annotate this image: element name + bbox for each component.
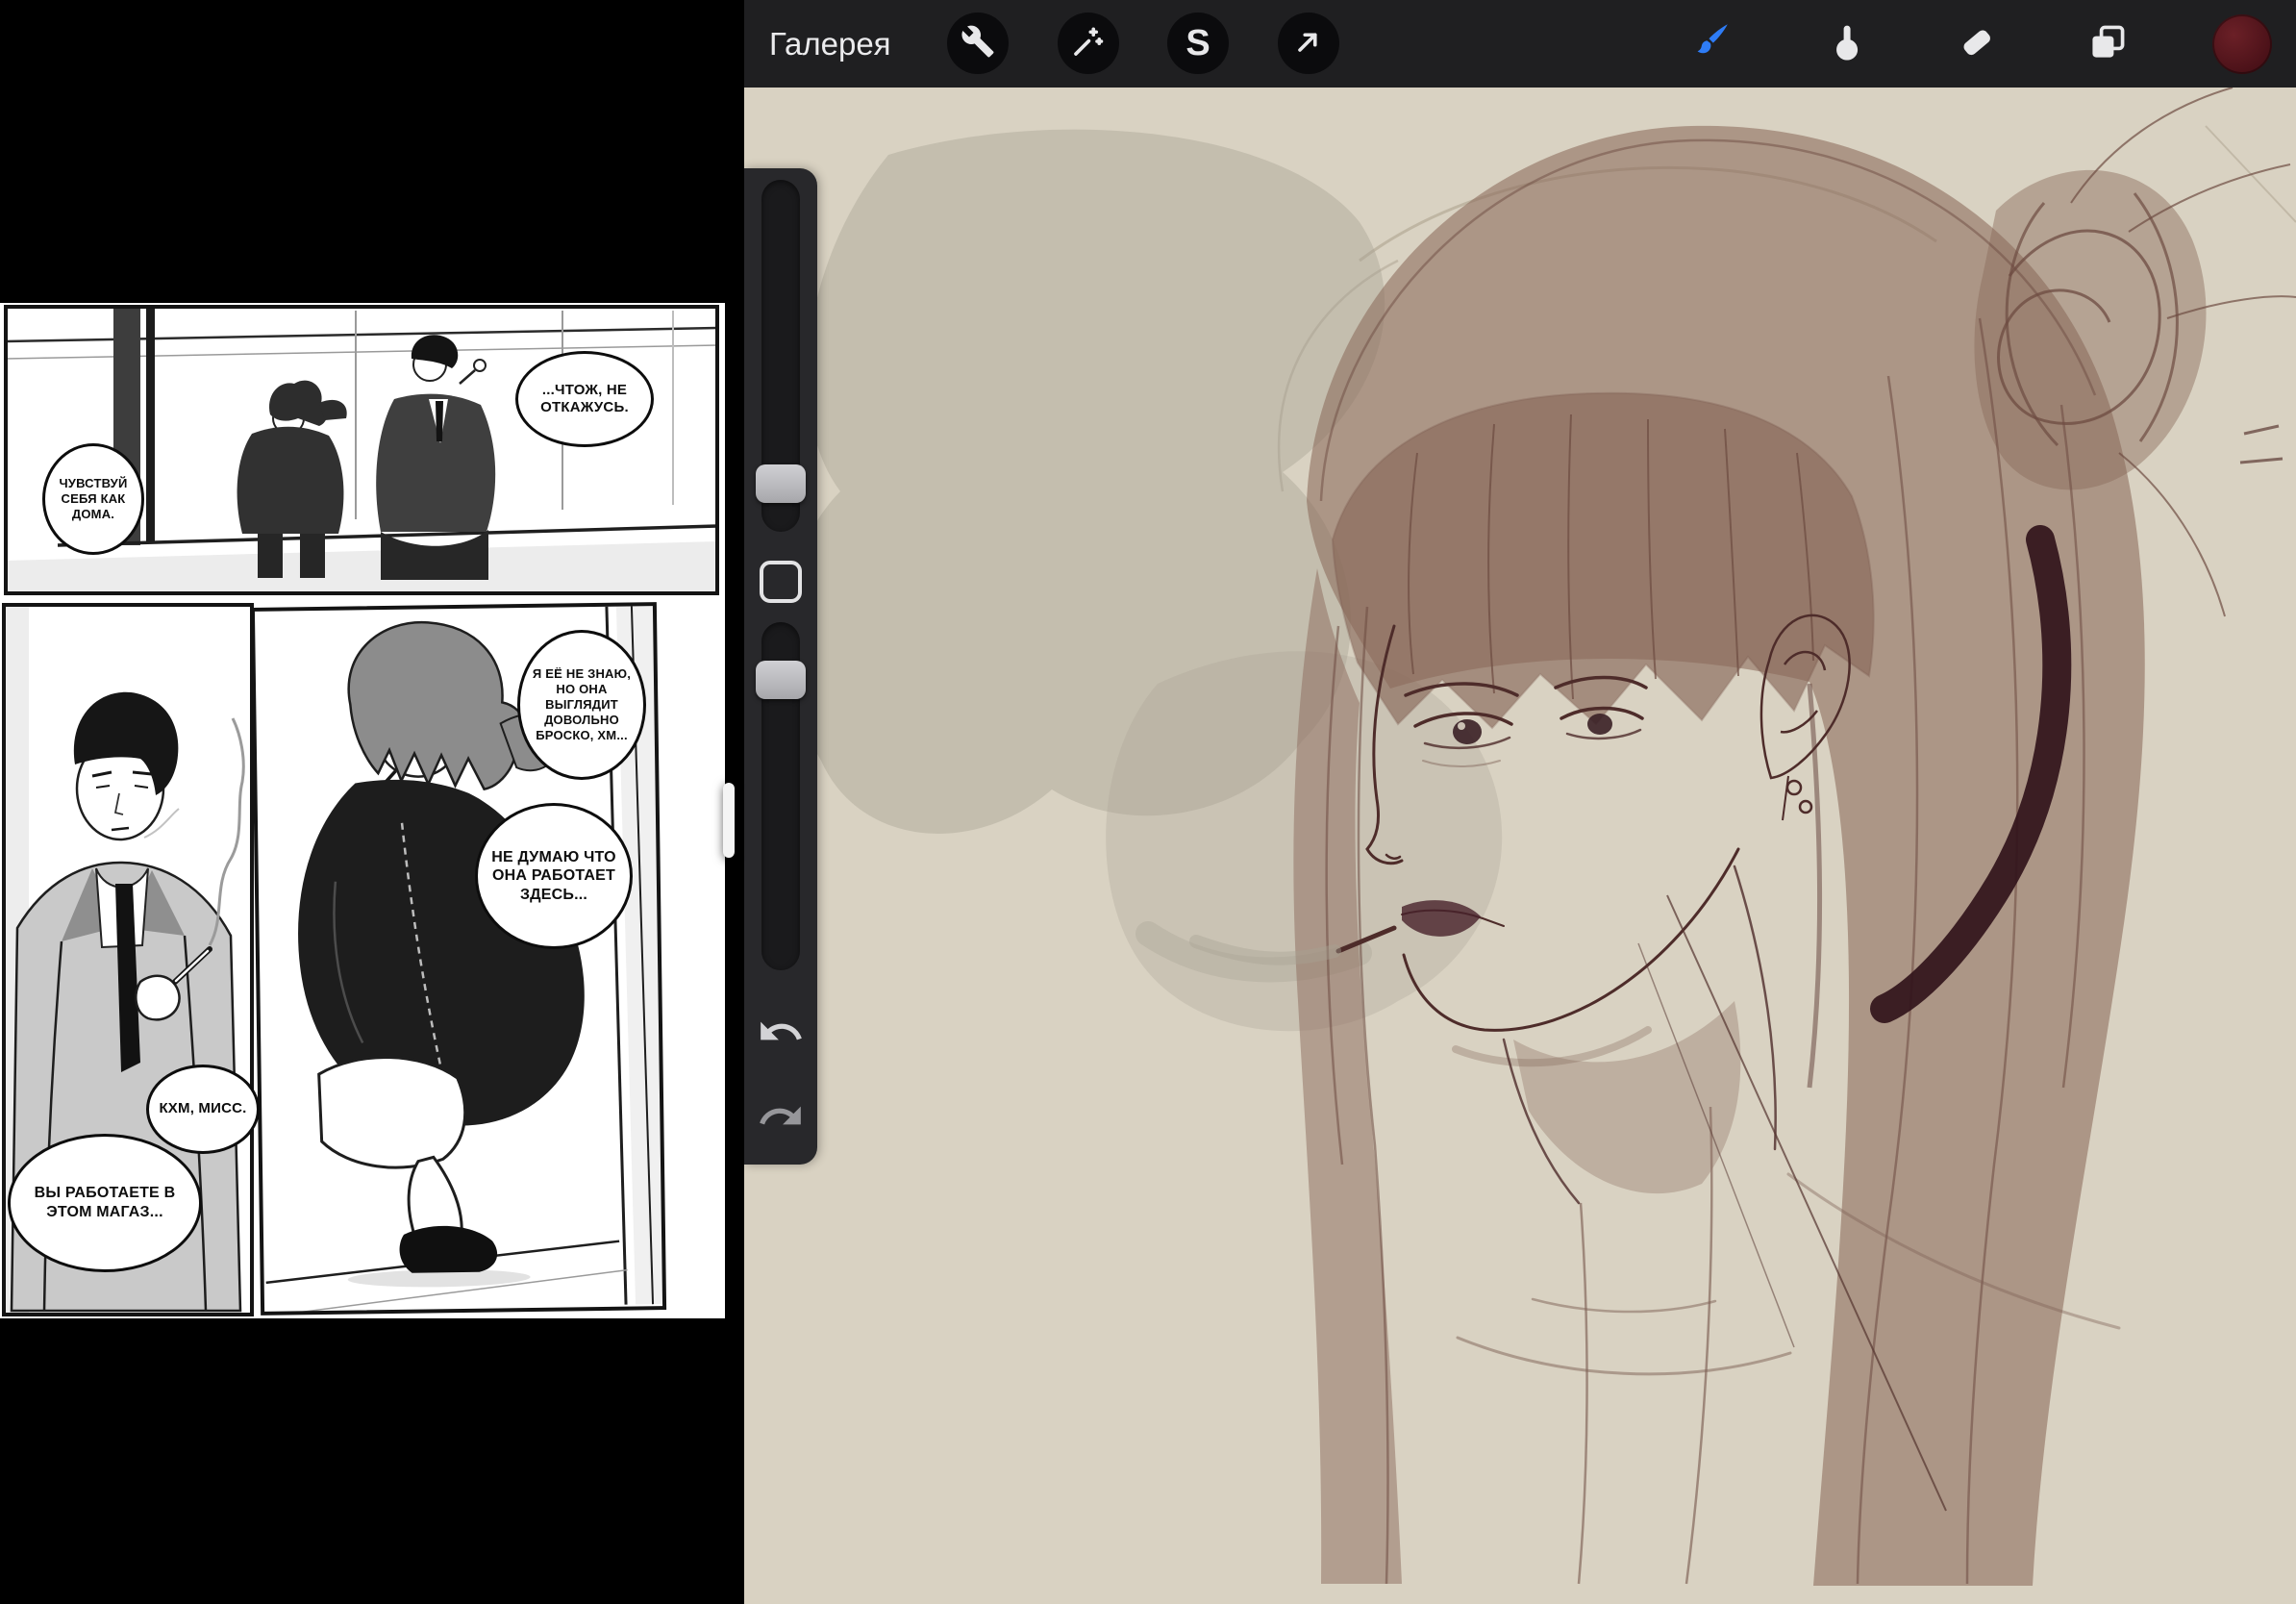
manga-page: ЧУВСТВУЙ СЕБЯ КАК ДОМА. ...ЧТОЖ, НЕ ОТКА… — [0, 303, 725, 1318]
speech-bubble: ЧУВСТВУЙ СЕБЯ КАК ДОМА. — [42, 443, 144, 555]
undo-button[interactable] — [754, 1007, 808, 1061]
brush-size-handle[interactable] — [756, 464, 806, 503]
brush-icon — [1687, 20, 1732, 69]
redo-button[interactable] — [754, 1091, 808, 1145]
adjustments-wand-icon — [1071, 24, 1106, 63]
transform-arrow-icon — [1291, 24, 1326, 63]
speech-bubble: Я ЕЁ НЕ ЗНАЮ, НО ОНА ВЫГЛЯДИТ ДОВОЛЬНО Б… — [517, 630, 646, 780]
opacity-handle[interactable] — [756, 661, 806, 699]
undo-icon — [757, 1008, 805, 1061]
transform-button[interactable] — [1278, 13, 1339, 74]
eraser-tool-button[interactable] — [1949, 16, 2005, 72]
gallery-button[interactable]: Галерея — [769, 0, 891, 88]
actions-button[interactable] — [947, 13, 1009, 74]
speech-bubble: КХМ, МИСС. — [146, 1065, 260, 1154]
smudge-icon — [1827, 21, 1869, 68]
modify-button[interactable] — [760, 561, 802, 603]
layers-icon — [2086, 21, 2129, 68]
selection-button[interactable]: S — [1167, 13, 1229, 74]
eraser-icon — [1956, 21, 1998, 68]
procreate-topbar: Галерея S — [744, 0, 2296, 88]
selection-s-icon: S — [1185, 25, 1210, 62]
drawing-canvas[interactable] — [744, 88, 2296, 1604]
sketch-artwork — [744, 88, 2296, 1604]
smudge-tool-button[interactable] — [1820, 16, 1876, 72]
wrench-icon — [961, 24, 995, 63]
side-toolbar — [744, 168, 817, 1165]
adjustments-button[interactable] — [1058, 13, 1119, 74]
layers-button[interactable] — [2080, 16, 2135, 72]
speech-bubble: ...ЧТОЖ, НЕ ОТКАЖУСЬ. — [515, 351, 654, 447]
manga-reader-pane: ЧУВСТВУЙ СЕБЯ КАК ДОМА. ...ЧТОЖ, НЕ ОТКА… — [0, 0, 744, 1604]
speech-bubble: ВЫ РАБОТАЕТЕ В ЭТОМ МАГАЗ... — [8, 1134, 202, 1272]
color-swatch[interactable] — [2212, 14, 2272, 74]
brush-tool-button[interactable] — [1682, 16, 1737, 72]
speech-bubble: НЕ ДУМАЮ ЧТО ОНА РАБОТАЕТ ЗДЕСЬ... — [475, 803, 633, 949]
redo-icon — [757, 1092, 805, 1145]
split-view-handle[interactable] — [723, 783, 735, 858]
procreate-window: Галерея S — [744, 0, 2296, 1604]
